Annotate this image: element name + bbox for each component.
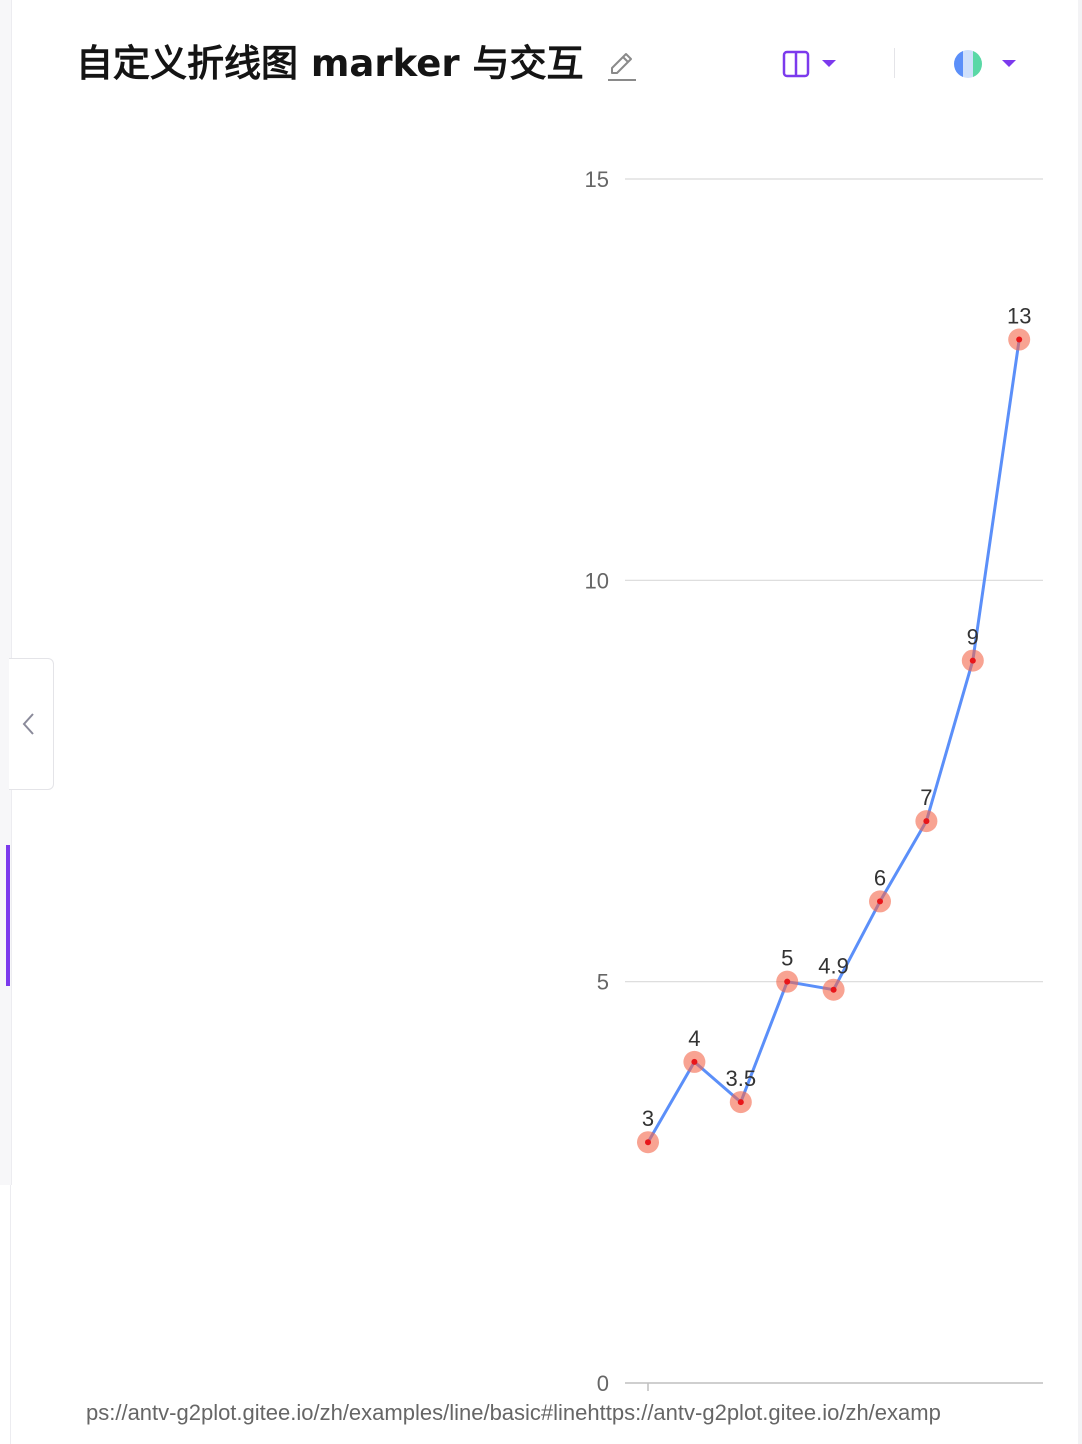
data-label: 3.5 [726, 1066, 757, 1091]
data-point-center [969, 657, 976, 664]
data-point-center [784, 978, 791, 985]
data-point-center [923, 818, 930, 825]
data-label: 7 [920, 785, 932, 810]
data-label: 4 [688, 1026, 700, 1051]
data-point-center [737, 1099, 744, 1106]
y-tick-label: 10 [585, 568, 609, 593]
page: 自定义折线图 marker 与交互 0 5 10 15 3 4 3.5 5 4.… [0, 0, 1082, 1444]
data-point-center [691, 1058, 698, 1065]
footer-url-text[interactable]: ps://antv-g2plot.gitee.io/zh/examples/li… [86, 1398, 1044, 1428]
data-label: 3 [642, 1106, 654, 1131]
data-label: 13 [1007, 304, 1031, 329]
data-point-center [1016, 336, 1023, 343]
y-tick-label: 5 [597, 970, 609, 995]
data-point-center [830, 986, 837, 993]
data-label: 5 [781, 946, 793, 971]
data-label: 9 [967, 625, 979, 650]
y-axis: 0 5 10 15 [585, 167, 649, 1396]
series-line-layer [646, 339, 1021, 1143]
y-tick-label: 0 [597, 1371, 609, 1396]
data-point-center [645, 1139, 651, 1146]
data-label: 6 [874, 865, 886, 890]
grid-layer [625, 178, 1043, 1384]
data-label: 4.9 [818, 954, 849, 979]
data-point-center [877, 898, 883, 905]
y-tick-label: 15 [585, 167, 609, 192]
data-label-layer: 3 4 3.5 5 4.9 6 7 9 13 [642, 304, 1032, 1132]
line-chart: 0 5 10 15 3 4 3.5 5 4.9 6 7 9 13 [585, 167, 1043, 1396]
series-line [646, 339, 1021, 1143]
